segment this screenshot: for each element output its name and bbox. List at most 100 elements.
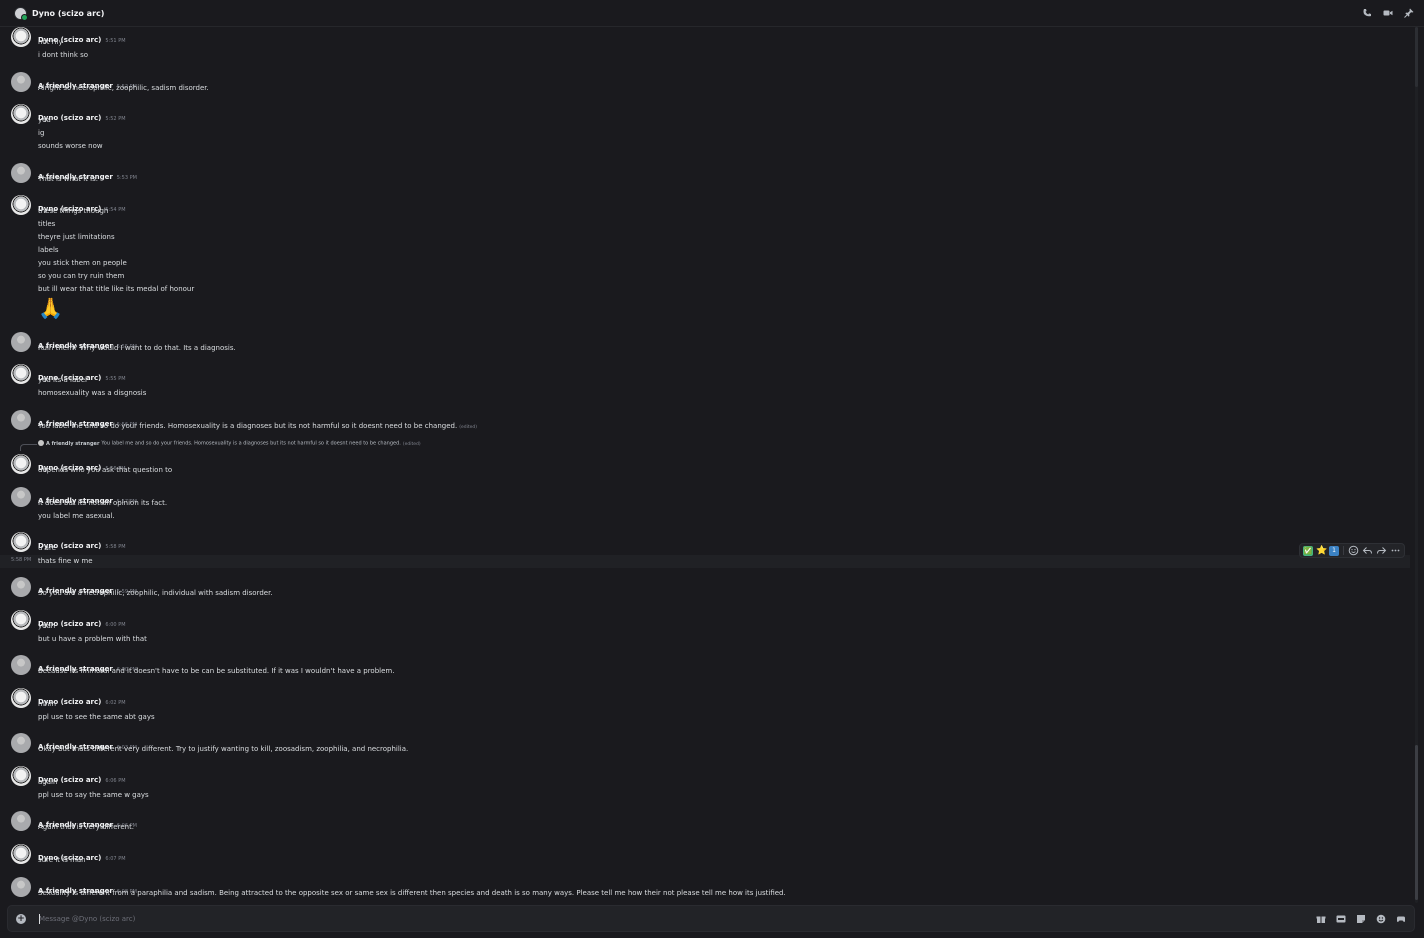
- message-text: That is what it is.: [38, 175, 98, 183]
- avatar[interactable]: [11, 655, 31, 675]
- message-text: ppl use to say the same w gays: [38, 791, 149, 799]
- reply-author[interactable]: A friendly stranger: [46, 441, 99, 447]
- avatar[interactable]: [11, 688, 31, 708]
- timestamp: 6:07 PM: [105, 856, 126, 862]
- message-text: again: [38, 778, 58, 786]
- message-text: so you can try ruin them: [38, 272, 125, 280]
- reply-edited-tag: (edited): [402, 441, 421, 447]
- avatar[interactable]: [11, 487, 31, 507]
- message-text: you stick them on people: [38, 259, 127, 267]
- message-text: yea: [38, 116, 51, 124]
- gift-icon[interactable]: [1316, 914, 1326, 924]
- message-text: homosexuality was a disgnosis: [38, 389, 147, 397]
- message-text: Because its immoral and it doesn't have …: [38, 667, 395, 675]
- edited-tag: (edited): [459, 425, 477, 430]
- message-text: theyre just limitations: [38, 233, 115, 241]
- reaction-star-button[interactable]: ⭐: [1316, 546, 1327, 556]
- dm-window: Dyno (scizo arc) Dyno (scizo arc) 5:51 PM…: [0, 0, 1424, 938]
- scrollbar-track-marker: [1415, 27, 1418, 87]
- message-text: It does but its not an opinion its fact.: [38, 499, 168, 507]
- timestamp: 5:52 PM: [105, 116, 126, 122]
- message-text: but u have a problem with that: [38, 635, 147, 643]
- timestamp: 5:51 PM: [105, 38, 126, 44]
- pray-emoji: 🙏: [38, 296, 63, 320]
- scrollbar-thumb[interactable]: [1415, 745, 1418, 900]
- more-options-icon[interactable]: [1390, 545, 1401, 556]
- message-text: u are: [38, 544, 56, 552]
- message-text: thats fine w me: [38, 557, 93, 565]
- avatar[interactable]: [11, 532, 31, 552]
- message-text: yea its a label: [38, 376, 87, 384]
- message-text: ppl use to see the same abt gays: [38, 713, 155, 721]
- message-text: Okay but thats different very different.…: [38, 745, 409, 753]
- message-scrollbar[interactable]: [1415, 27, 1418, 903]
- timestamp: 5:54 PM: [105, 207, 126, 213]
- action-divider: [1343, 546, 1344, 555]
- timestamp: 6:06 PM: [105, 778, 126, 784]
- message-text: depends who you ask that question to: [38, 466, 173, 474]
- message-text: labels: [38, 246, 59, 254]
- pin-icon[interactable]: [1404, 8, 1414, 18]
- avatar[interactable]: [11, 27, 31, 47]
- message-text: Again that is very different.: [38, 823, 135, 831]
- emoji-icon[interactable]: [1376, 914, 1386, 924]
- avatar[interactable]: [11, 72, 31, 92]
- message-text: Alright so necrophilic, zoophilic, sadis…: [38, 84, 209, 92]
- message-body: You label me and so do your friends. Hom…: [38, 422, 458, 430]
- message-text: not rlly: [38, 38, 63, 46]
- message-text: sounds worse now: [38, 142, 103, 150]
- message-text: So you are a necrophilic, zoophilic, ind…: [38, 589, 273, 597]
- message-header: Dyno (scizo arc) 5:52 PM: [38, 105, 126, 124]
- reply-avatar: [38, 440, 44, 446]
- sticker-icon[interactable]: [1356, 914, 1366, 924]
- avatar[interactable]: [11, 811, 31, 831]
- composer-toolbar: [1316, 914, 1406, 924]
- avatar[interactable]: [11, 332, 31, 352]
- message-text: yeah: [38, 622, 56, 630]
- avatar[interactable]: [11, 610, 31, 630]
- dm-header: Dyno (scizo arc): [0, 0, 1424, 27]
- message-text: Sexuality is different from a paraphilia…: [38, 889, 786, 897]
- message-text: You label me and so do your friends. Hom…: [38, 422, 477, 430]
- message-action-bar: ✅ ⭐ 1: [1299, 543, 1405, 558]
- reply-reference[interactable]: A friendly stranger You label me and so d…: [38, 440, 421, 447]
- forward-icon[interactable]: [1376, 545, 1387, 556]
- reply-icon[interactable]: [1362, 545, 1373, 556]
- message-text: mhm: [38, 700, 57, 708]
- voice-call-icon[interactable]: [1362, 8, 1372, 18]
- avatar[interactable]: [11, 733, 31, 753]
- message-text: but ill wear that title like its medal o…: [38, 285, 195, 293]
- video-call-icon[interactable]: [1383, 8, 1393, 18]
- channel-title[interactable]: Dyno (scizo arc): [32, 9, 104, 18]
- avatar[interactable]: [11, 454, 31, 474]
- timestamp: 5:58 PM: [105, 544, 126, 550]
- reaction-check-button[interactable]: ✅: [1303, 545, 1313, 556]
- add-reaction-icon[interactable]: [1348, 545, 1359, 556]
- message-text: i dont think so: [38, 51, 89, 59]
- timestamp: 5:53 PM: [116, 175, 137, 181]
- message-text: these things though: [38, 207, 109, 215]
- header-avatar[interactable]: [14, 6, 28, 21]
- avatar[interactable]: [11, 844, 31, 864]
- gif-icon[interactable]: [1336, 914, 1346, 924]
- avatar[interactable]: [11, 877, 31, 897]
- message-text: ig: [38, 129, 45, 137]
- message-text: Ruin them? Why would I want to do that. …: [38, 344, 236, 352]
- hover-timestamp: 5:58 PM: [11, 557, 32, 563]
- message-text: sure it is man: [38, 856, 86, 864]
- avatar[interactable]: [11, 104, 31, 124]
- avatar[interactable]: [11, 410, 31, 430]
- message-input[interactable]: [39, 912, 1239, 926]
- message-list: Dyno (scizo arc) 5:51 PM not rlly i dont …: [0, 27, 1412, 903]
- reaction-one-button[interactable]: 1: [1329, 545, 1339, 556]
- avatar[interactable]: [11, 577, 31, 597]
- message-text: you label me asexual.: [38, 512, 115, 520]
- avatar[interactable]: [11, 163, 31, 183]
- avatar[interactable]: [11, 195, 31, 215]
- avatar[interactable]: [11, 364, 31, 384]
- activities-icon[interactable]: [1396, 914, 1406, 924]
- upload-plus-icon[interactable]: +: [16, 914, 26, 924]
- hovered-message-row[interactable]: [0, 555, 1410, 568]
- text-caret: [39, 914, 40, 924]
- avatar[interactable]: [11, 766, 31, 786]
